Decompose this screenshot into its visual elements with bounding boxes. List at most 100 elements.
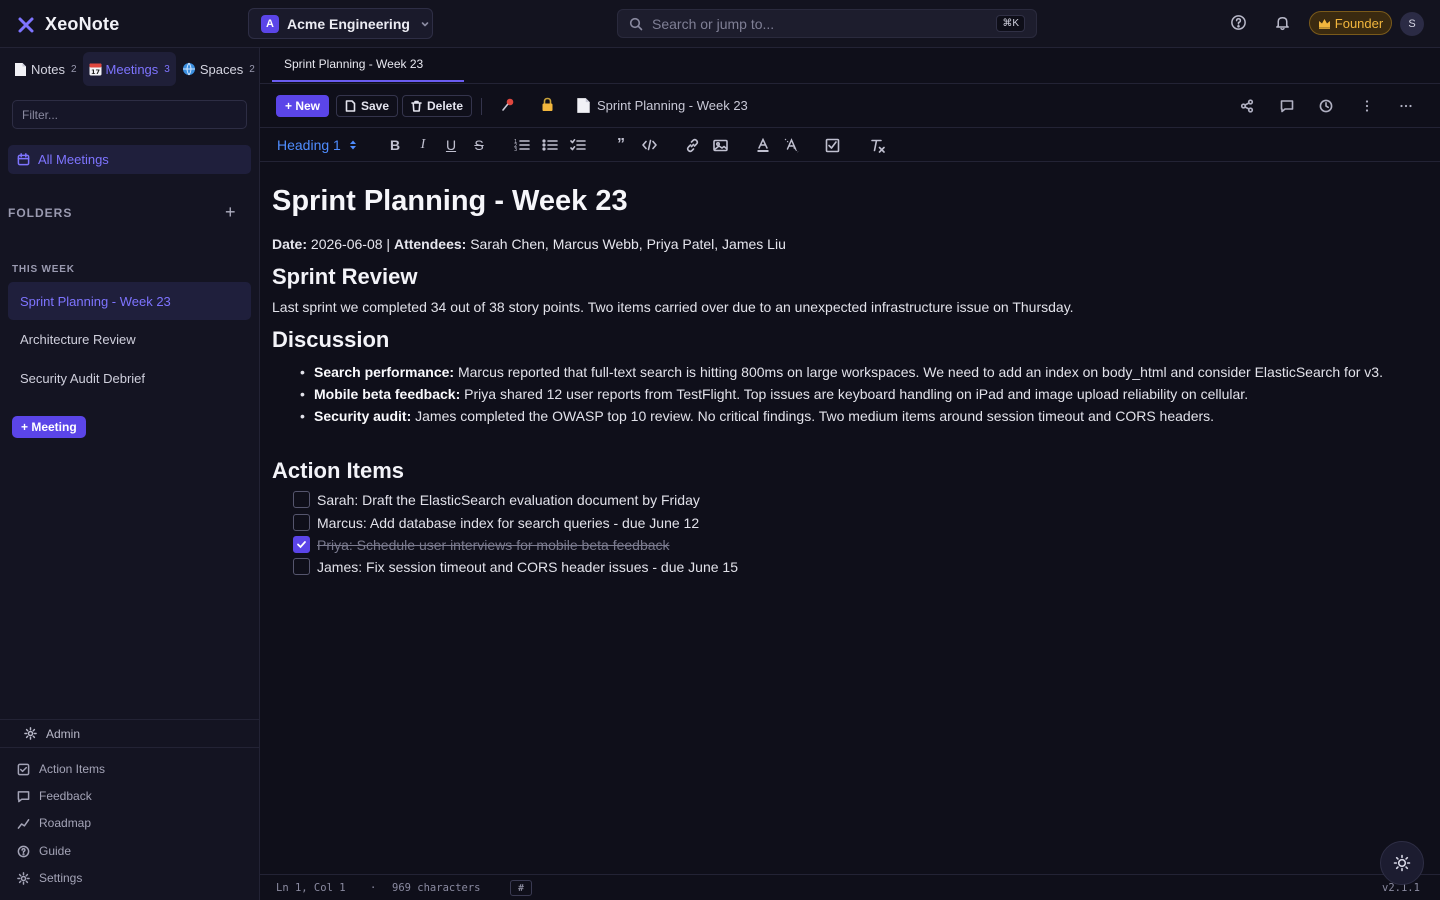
paragraph: Last sprint we completed 34 out of 38 st… [272,299,1074,315]
sidebar: Notes 2 17 Meetings 3 Spaces 2 Filter...… [0,48,260,900]
gear-icon [24,727,37,740]
logo-x-icon [18,17,34,32]
file-icon [345,100,356,112]
sun-icon [1393,854,1411,872]
task-checkbox[interactable] [293,491,310,508]
highlight-icon[interactable] [782,137,800,153]
meeting-item[interactable]: Sprint Planning - Week 23 [8,282,251,320]
underline-icon[interactable]: U [442,137,460,153]
document-title[interactable]: Sprint Planning - Week 23 [272,185,628,218]
delete-button[interactable]: Delete [402,95,473,117]
notes-icon [15,62,26,76]
footer-label: Action Items [39,762,106,776]
bullet-label: Search performance: [314,364,455,380]
date-label: Date: [272,236,308,252]
footer-label: Feedback [39,789,92,803]
task-text: Sarah: Draft the ElasticSearch evaluatio… [317,491,700,508]
sidebar-tab-notes[interactable]: Notes 2 [8,52,83,86]
code-icon[interactable] [640,137,658,153]
task-item: James: Fix session timeout and CORS head… [293,558,738,575]
workspace-name: Acme Engineering [287,15,410,32]
add-folder-icon[interactable]: + [225,203,236,221]
share-icon[interactable] [1240,99,1254,113]
ordered-list-icon[interactable]: 123 [513,137,531,153]
help-icon[interactable] [1230,14,1247,31]
bold-icon[interactable]: B [386,137,404,153]
app-logo[interactable]: XeoNote [17,14,119,35]
task-checkbox[interactable] [293,536,310,553]
quote-icon[interactable]: ” [612,136,630,153]
history-icon[interactable] [1319,99,1333,113]
pin-icon[interactable] [501,97,516,112]
footer-guide[interactable]: Guide [17,844,71,858]
filter-input[interactable]: Filter... [12,100,247,129]
task-text: Priya: Schedule user interviews for mobi… [317,536,670,553]
sidebar-tab-label: Spaces [199,61,244,77]
footer-action-items[interactable]: Action Items [17,762,105,776]
task-list-icon[interactable] [569,137,587,153]
toolbar-separator [481,98,482,115]
image-icon[interactable] [711,137,729,153]
link-icon[interactable] [683,137,701,153]
calendar-outline-icon [17,153,30,166]
workspace-switcher[interactable]: A Acme Engineering [248,8,433,39]
app-name: XeoNote [45,14,120,34]
meeting-item[interactable]: Architecture Review [8,320,251,358]
group-heading: THIS WEEK [12,264,75,275]
task-item: Sarah: Draft the ElasticSearch evaluatio… [293,491,700,508]
text-color-icon[interactable] [754,137,772,153]
user-avatar[interactable]: S [1400,12,1424,36]
sidebar-tab-spaces[interactable]: Spaces 2 [176,52,261,86]
task-text: Marcus: Add database index for search qu… [317,514,700,531]
svg-text:3: 3 [514,147,517,152]
theme-toggle-button[interactable] [1380,841,1424,885]
attendees-label: Attendees: [393,236,467,252]
check-icon [297,541,306,549]
status-dot: · [370,882,377,894]
task-checkbox[interactable] [293,558,310,575]
discussion-list: Search performance: Marcus reported that… [300,361,1430,427]
sidebar-tab-meetings[interactable]: 17 Meetings 3 [82,52,176,86]
folders-heading: FOLDERS [8,206,73,220]
admin-item[interactable]: Admin [0,719,259,748]
global-search[interactable]: Search or jump to... ⌘K [617,9,1037,38]
footer-label: Guide [39,844,72,858]
document-icon [577,98,590,113]
add-meeting-button[interactable]: + Meeting [12,416,86,438]
footer-roadmap[interactable]: Roadmap [17,816,91,830]
italic-icon[interactable]: I [414,137,432,153]
more-horizontal-icon[interactable] [1399,99,1413,113]
checkbox-insert-icon[interactable] [823,137,841,153]
footer-feedback[interactable]: Feedback [17,789,92,803]
section-heading: Discussion [272,327,390,352]
document-tab[interactable]: Sprint Planning - Week 23 [272,48,464,82]
founder-badge[interactable]: Founder [1309,11,1392,35]
clear-format-icon[interactable] [869,137,887,153]
hash-badge[interactable]: # [510,880,532,896]
task-checkbox[interactable] [293,514,310,531]
block-type-select[interactable]: Heading 1 [277,137,357,153]
bell-icon[interactable] [1274,14,1291,31]
meeting-item[interactable]: Security Audit Debrief [8,359,251,397]
task-text: James: Fix session timeout and CORS head… [317,558,738,575]
block-type-value: Heading 1 [277,137,341,153]
lock-icon[interactable] [541,97,554,112]
bullet-list-icon[interactable] [541,137,559,153]
sidebar-tabs: Notes 2 17 Meetings 3 Spaces 2 [8,52,261,86]
list-item: Search performance: Marcus reported that… [300,361,1430,383]
save-button[interactable]: Save [336,95,399,117]
bullet-text: Priya shared 12 user reports from TestFl… [464,386,1249,402]
footer-label: Roadmap [39,816,92,830]
sidebar-tab-count: 2 [249,63,255,75]
breadcrumb-title: Sprint Planning - Week 23 [597,98,748,113]
more-vertical-icon[interactable] [1360,99,1374,113]
footer-settings[interactable]: Settings [17,871,82,885]
bullet-label: Security audit: [314,408,412,424]
document-toolbar: + New Save Delete Sprint Planning - Week… [260,84,1440,128]
all-meetings-item[interactable]: All Meetings [8,145,251,174]
comment-icon[interactable] [1280,99,1294,113]
new-button[interactable]: + New [276,95,330,117]
search-shortcut: ⌘K [996,15,1025,32]
strikethrough-icon[interactable]: S [470,137,488,153]
cursor-position: Ln 1, Col 1 [276,882,346,894]
